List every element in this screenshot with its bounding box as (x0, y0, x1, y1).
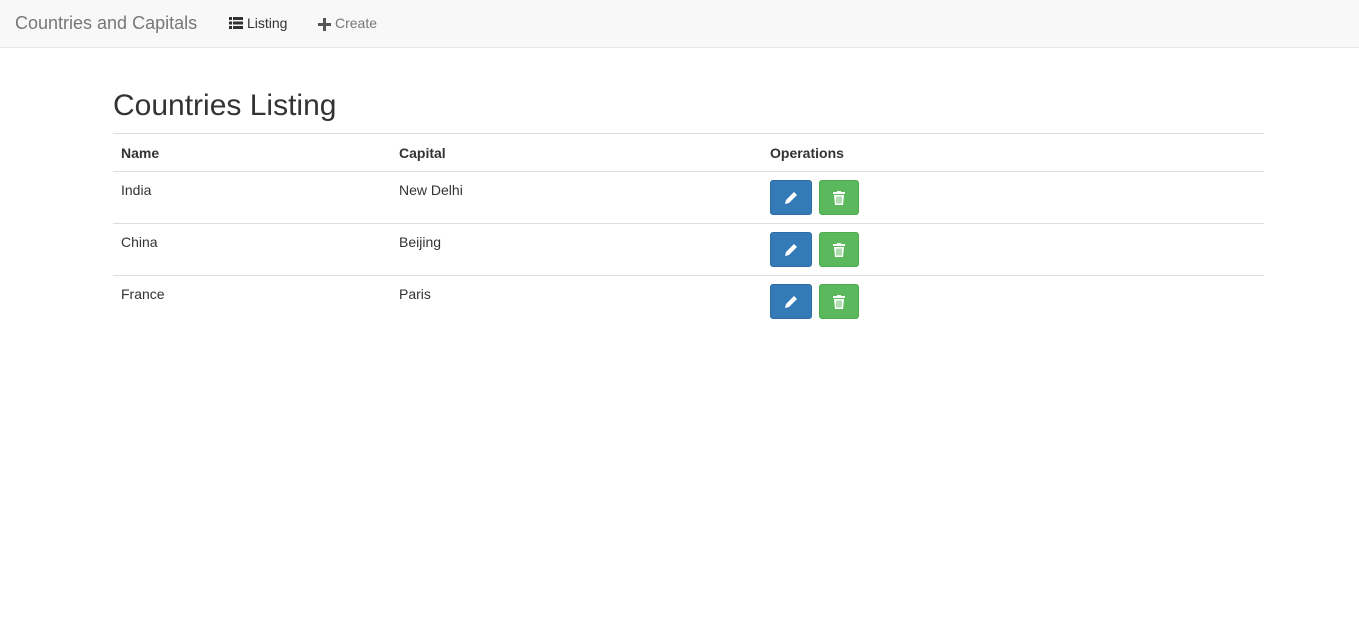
table-header-row: Name Capital Operations (113, 133, 1264, 172)
pencil-icon (784, 243, 798, 257)
countries-table: Name Capital Operations India New Delhi (113, 133, 1264, 328)
countries-table-wrapper: Name Capital Operations India New Delhi (113, 133, 1264, 328)
table-row: India New Delhi (113, 171, 1264, 224)
trash-icon (833, 242, 845, 257)
edit-button[interactable] (770, 180, 812, 215)
navbar: Countries and Capitals Listing Create (0, 0, 1359, 48)
country-name-cell: France (121, 286, 165, 302)
trash-icon (833, 190, 845, 205)
capital-cell: Beijing (391, 223, 762, 276)
nav-create-label: Create (335, 15, 378, 31)
country-name-cell: China (113, 223, 391, 276)
column-header-operations: Operations (762, 133, 1264, 172)
edit-button[interactable] (770, 232, 812, 267)
capital-cell: Paris (399, 286, 431, 302)
capital-cell: New Delhi (391, 171, 762, 224)
nav-create-link[interactable]: Create (318, 14, 377, 32)
delete-button[interactable] (819, 180, 859, 215)
list-icon (229, 16, 243, 30)
delete-button[interactable] (819, 284, 859, 319)
pencil-icon (784, 191, 798, 205)
table-row: China Beijing (113, 223, 1264, 276)
nav-listing-label: Listing (247, 15, 288, 31)
country-name-cell: India (113, 171, 391, 224)
delete-button[interactable] (819, 232, 859, 267)
edit-button[interactable] (770, 284, 812, 319)
table-row: France Paris (113, 276, 1264, 328)
column-header-capital: Capital (391, 133, 762, 172)
plus-icon (318, 17, 331, 31)
operations-cell (762, 276, 1264, 328)
brand-link[interactable]: Countries and Capitals (15, 13, 197, 33)
operations-cell (762, 223, 1264, 276)
trash-icon (833, 294, 845, 309)
operations-cell (762, 171, 1264, 224)
page-title: Countries Listing (113, 89, 337, 122)
pencil-icon (784, 295, 798, 309)
column-header-name: Name (113, 133, 391, 172)
nav-listing-link[interactable]: Listing (229, 14, 287, 32)
